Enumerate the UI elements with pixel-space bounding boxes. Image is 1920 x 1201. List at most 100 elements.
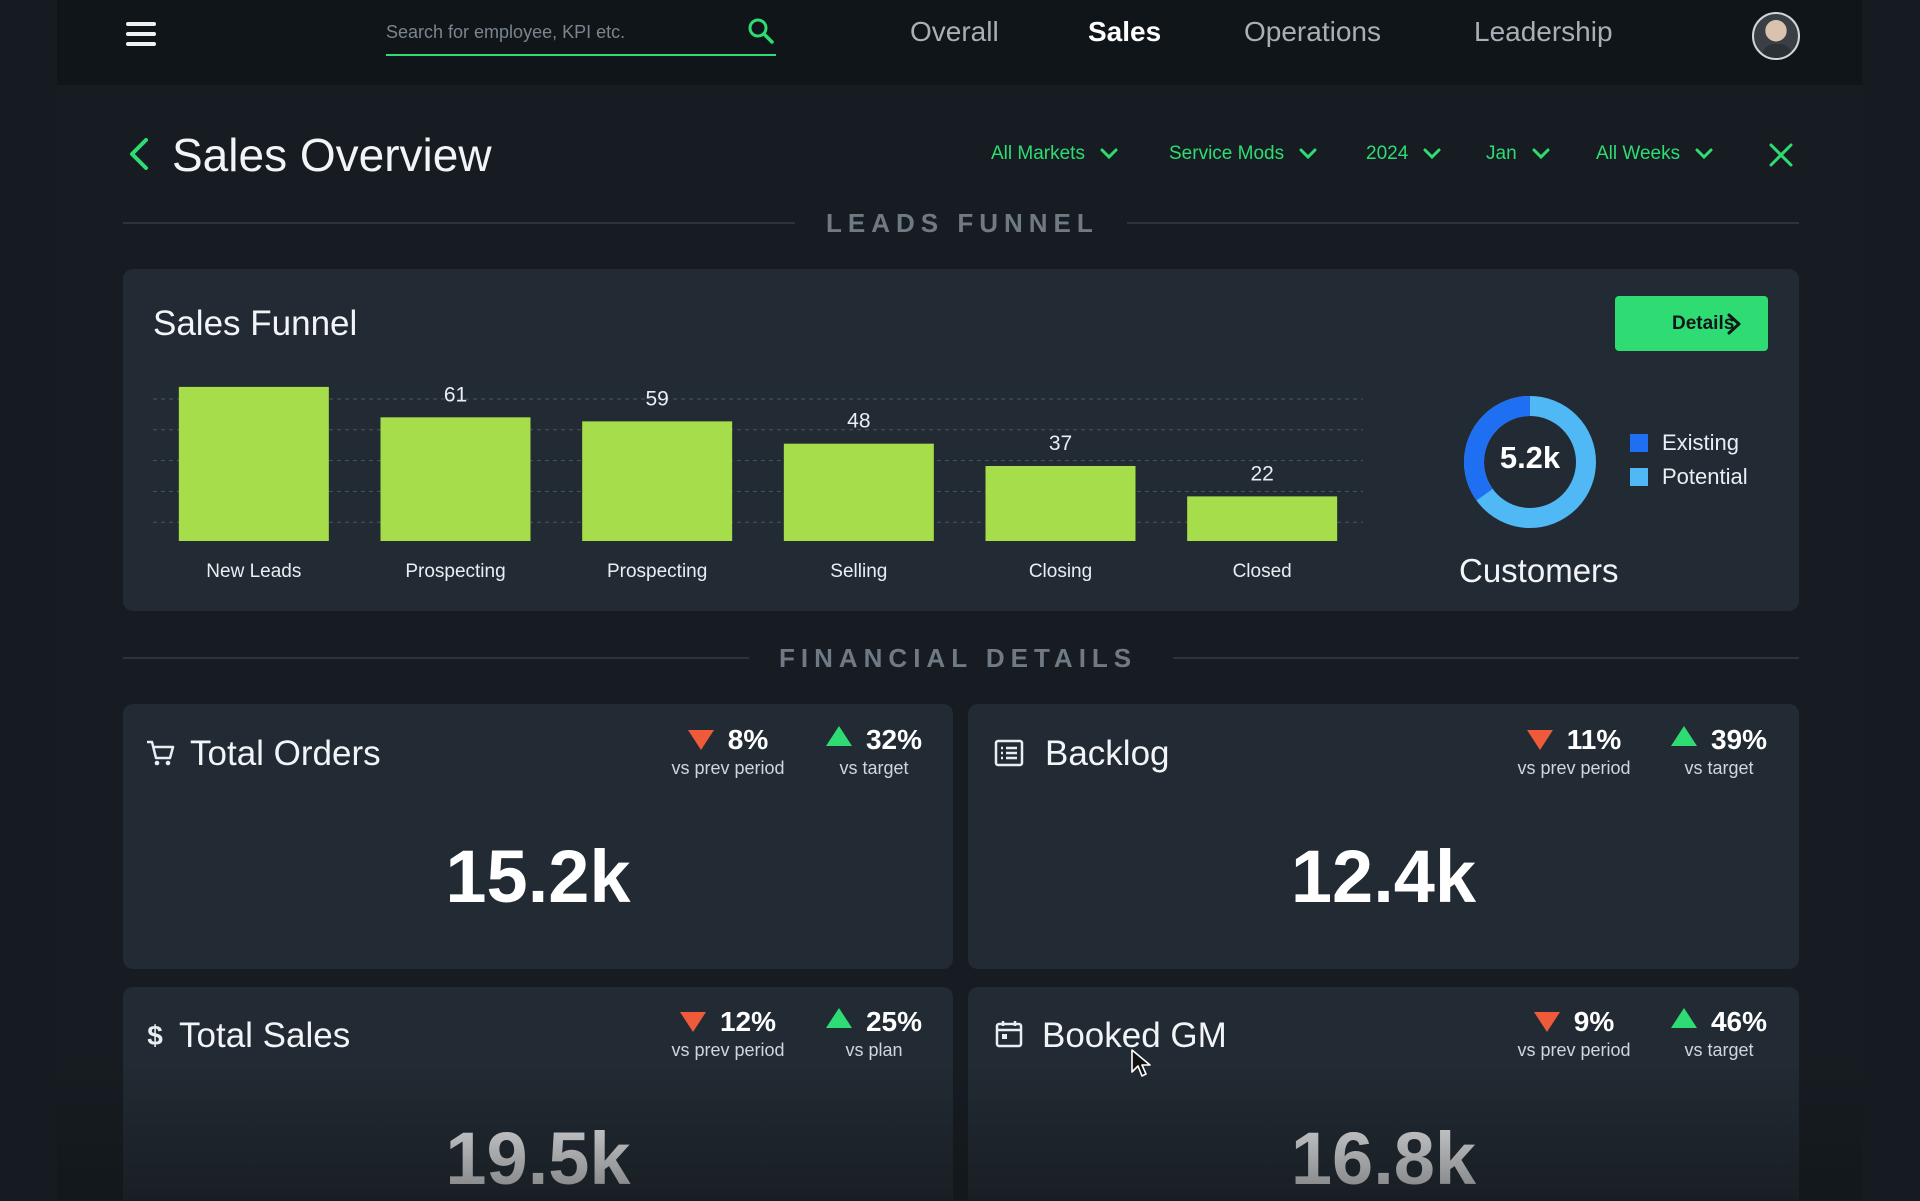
filter-label: Jan <box>1486 143 1517 164</box>
section-divider <box>1127 222 1799 224</box>
filter-month[interactable]: Jan <box>1486 143 1551 165</box>
kpi-vs-target: 46% vs target <box>1663 1006 1775 1061</box>
filter-markets[interactable]: All Markets <box>991 143 1119 165</box>
legend-label: Potential <box>1662 464 1748 489</box>
trend-down-icon <box>679 1012 706 1032</box>
category-label: Closing <box>1029 561 1092 582</box>
kpi-sub-label: vs target <box>1684 758 1754 778</box>
funnel-bar <box>582 421 733 541</box>
tab-leadership[interactable]: Leadership <box>1474 16 1613 48</box>
chevron-down-icon <box>1299 148 1317 160</box>
bar-value-label: 48 <box>847 410 870 433</box>
filter-label: 2024 <box>1366 143 1409 164</box>
kpi-prev-period: 8% vs prev period <box>663 724 793 779</box>
customers-caption: Customers <box>1459 552 1619 589</box>
filter-label: All Markets <box>991 143 1085 164</box>
trend-down-icon <box>1533 1012 1560 1032</box>
calendar-icon <box>995 1021 1023 1048</box>
trend-down-icon <box>1526 730 1553 750</box>
kpi-title: Backlog <box>1045 734 1170 773</box>
kpi-pct: 12% <box>719 1006 777 1037</box>
bar-value-label: 59 <box>645 387 668 410</box>
bar-value-label: 76 <box>262 375 285 376</box>
filter-weeks[interactable]: All Weeks <box>1596 143 1714 165</box>
category-label: New Leads <box>206 561 301 582</box>
kpi-prev-period: 9% vs prev period <box>1509 1006 1639 1061</box>
kpi-sub-label: vs prev period <box>1517 1040 1631 1060</box>
section-divider <box>123 222 795 224</box>
tab-operations[interactable]: Operations <box>1244 16 1381 48</box>
kpi-title: Total Sales <box>179 1016 351 1055</box>
kpi-pct: 39% <box>1710 724 1768 755</box>
search-bar <box>386 8 776 56</box>
kpi-pct: 11% <box>1566 724 1622 755</box>
chevron-down-icon <box>1100 148 1118 160</box>
tab-sales[interactable]: Sales <box>1088 16 1161 48</box>
mouse-cursor-icon <box>1131 1049 1151 1077</box>
funnel-bar <box>1187 496 1338 541</box>
legend-label: Existing <box>1662 430 1740 455</box>
category-label: Closed <box>1233 561 1292 582</box>
kpi-value: 12.4k <box>1290 835 1477 918</box>
kpi-pct: 9% <box>1573 1006 1615 1037</box>
back-chevron-icon[interactable] <box>126 134 152 174</box>
legend-existing: Existing <box>1630 430 1739 456</box>
filter-label: All Weeks <box>1596 143 1681 164</box>
section-title-leads: LEADS FUNNEL <box>826 208 1099 238</box>
category-label: Prospecting <box>607 561 707 582</box>
kpi-sub-label: vs plan <box>845 1040 903 1060</box>
hamburger-menu-icon[interactable] <box>126 22 156 48</box>
kpi-vs-target: 39% vs target <box>1663 724 1775 779</box>
section-title-financial: FINANCIAL DETAILS <box>779 643 1138 673</box>
kpi-title: Total Orders <box>190 734 381 773</box>
category-label: Prospecting <box>405 561 505 582</box>
section-divider <box>123 657 749 659</box>
kpi-value: 19.5k <box>445 1117 631 1200</box>
kpi-vs-target: 32% vs target <box>818 724 930 779</box>
category-label: Selling <box>830 561 887 582</box>
kpi-value: 16.8k <box>1290 1117 1477 1200</box>
trend-up-icon <box>1670 1008 1697 1028</box>
tab-overall[interactable]: Overall <box>910 16 999 48</box>
chevron-down-icon <box>1423 148 1441 160</box>
funnel-bar <box>380 417 531 541</box>
bar-value-label: 61 <box>444 383 467 406</box>
bar-value-label: 37 <box>1049 432 1072 455</box>
kpi-pct: 32% <box>865 724 923 755</box>
card-title: Sales Funnel <box>153 304 358 343</box>
kpi-value: 15.2k <box>445 835 631 918</box>
dollar-icon: $ <box>147 1020 163 1050</box>
chevron-right-icon <box>1727 313 1741 335</box>
filter-label: Service Mods <box>1169 143 1285 164</box>
trend-up-icon <box>825 726 852 746</box>
search-icon[interactable] <box>746 16 776 46</box>
kpi-pct: 8% <box>727 724 769 755</box>
kpi-sub-label: vs prev period <box>1517 758 1631 778</box>
funnel-bar-chart: 76 New Leads 61 Prospecting 59 Prospecting 48 S… <box>153 375 1363 582</box>
list-icon <box>994 739 1024 767</box>
kpi-sub-label: vs prev period <box>671 1040 785 1060</box>
trend-up-icon <box>1670 726 1697 746</box>
close-icon[interactable] <box>1768 142 1794 168</box>
funnel-bar <box>178 386 329 541</box>
funnel-bar <box>985 465 1136 541</box>
filter-year[interactable]: 2024 <box>1366 143 1442 165</box>
avatar[interactable] <box>1752 12 1800 60</box>
chevron-down-icon <box>1532 148 1550 160</box>
search-input[interactable] <box>386 14 726 50</box>
customers-value: 5.2k <box>1499 440 1561 475</box>
funnel-bar <box>783 443 934 541</box>
legend-swatch <box>1630 434 1648 452</box>
filter-service[interactable]: Service Mods <box>1169 143 1318 165</box>
bar-value-label: 22 <box>1250 462 1273 485</box>
legend-potential: Potential <box>1630 464 1748 490</box>
kpi-pct: 25% <box>865 1006 923 1037</box>
details-button[interactable]: Details <box>1615 296 1768 351</box>
trend-up-icon <box>825 1008 852 1028</box>
kpi-prev-period: 11% vs prev period <box>1509 724 1639 779</box>
kpi-sub-label: vs target <box>1684 1040 1754 1060</box>
trend-down-icon <box>687 730 714 750</box>
page-title: Sales Overview <box>172 129 492 181</box>
section-divider <box>1173 657 1799 659</box>
details-label: Details <box>1672 312 1735 334</box>
